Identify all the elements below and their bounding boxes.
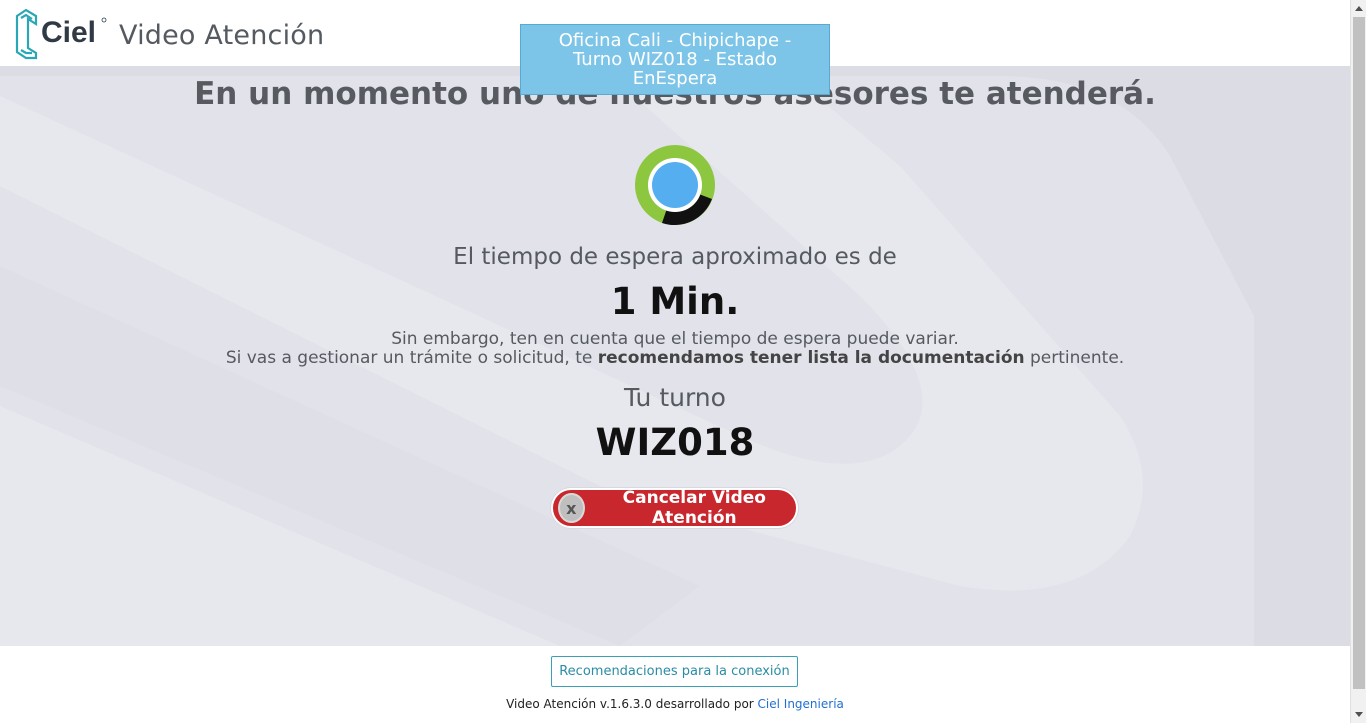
scroll-down-arrow-icon[interactable] — [1351, 706, 1366, 723]
wait-note-line2-post: pertinente. — [1024, 348, 1125, 368]
turn-value: WIZ018 — [595, 421, 755, 464]
turn-label: Tu turno — [624, 383, 726, 412]
main-area: En un momento uno de nuestros asesores t… — [0, 66, 1350, 646]
wait-note-line2-pre: Si vas a gestionar un trámite o solicitu… — [225, 348, 598, 368]
status-banner: Oficina Cali - Chipichape - Turno WIZ018… — [520, 24, 830, 95]
wait-time-label: El tiempo de espera aproximado es de — [453, 244, 897, 270]
footer: Recomendaciones para la conexión Video A… — [0, 646, 1350, 723]
wait-time-value: 1 Min. — [610, 280, 740, 323]
scrollbar-thumb[interactable] — [1353, 17, 1365, 689]
connection-recommendations-button[interactable]: Recomendaciones para la conexión — [551, 656, 798, 687]
credits-prefix: Video Atención v.1.6.3.0 desarrollado po… — [506, 697, 758, 711]
credits: Video Atención v.1.6.3.0 desarrollado po… — [0, 697, 1350, 711]
vertical-scrollbar[interactable] — [1350, 0, 1366, 723]
video-attention-page: Ciel Video Atención Oficina Cali - Chipi… — [0, 0, 1366, 723]
cancel-video-attention-button[interactable]: x Cancelar Video Atención — [551, 488, 798, 528]
loading-spinner-icon — [635, 145, 715, 226]
wait-note-line1: Sin embargo, ten en cuenta que el tiempo… — [391, 329, 959, 349]
ciel-ingenieria-link[interactable]: Ciel Ingeniería — [758, 697, 844, 711]
scroll-up-arrow-icon[interactable] — [1351, 0, 1366, 17]
close-icon: x — [558, 493, 585, 523]
wait-note-line2: Si vas a gestionar un trámite o solicitu… — [0, 349, 1350, 368]
wait-note: Sin embargo, ten en cuenta que el tiempo… — [0, 330, 1350, 368]
wait-note-line2-bold: recomendamos tener lista la documentació… — [597, 348, 1025, 368]
svg-text:Ciel: Ciel — [41, 16, 96, 49]
cancel-button-label: Cancelar Video Atención — [622, 488, 766, 528]
ciel-logo-icon[interactable]: Ciel — [14, 8, 114, 60]
app-title: Video Atención — [119, 20, 325, 51]
